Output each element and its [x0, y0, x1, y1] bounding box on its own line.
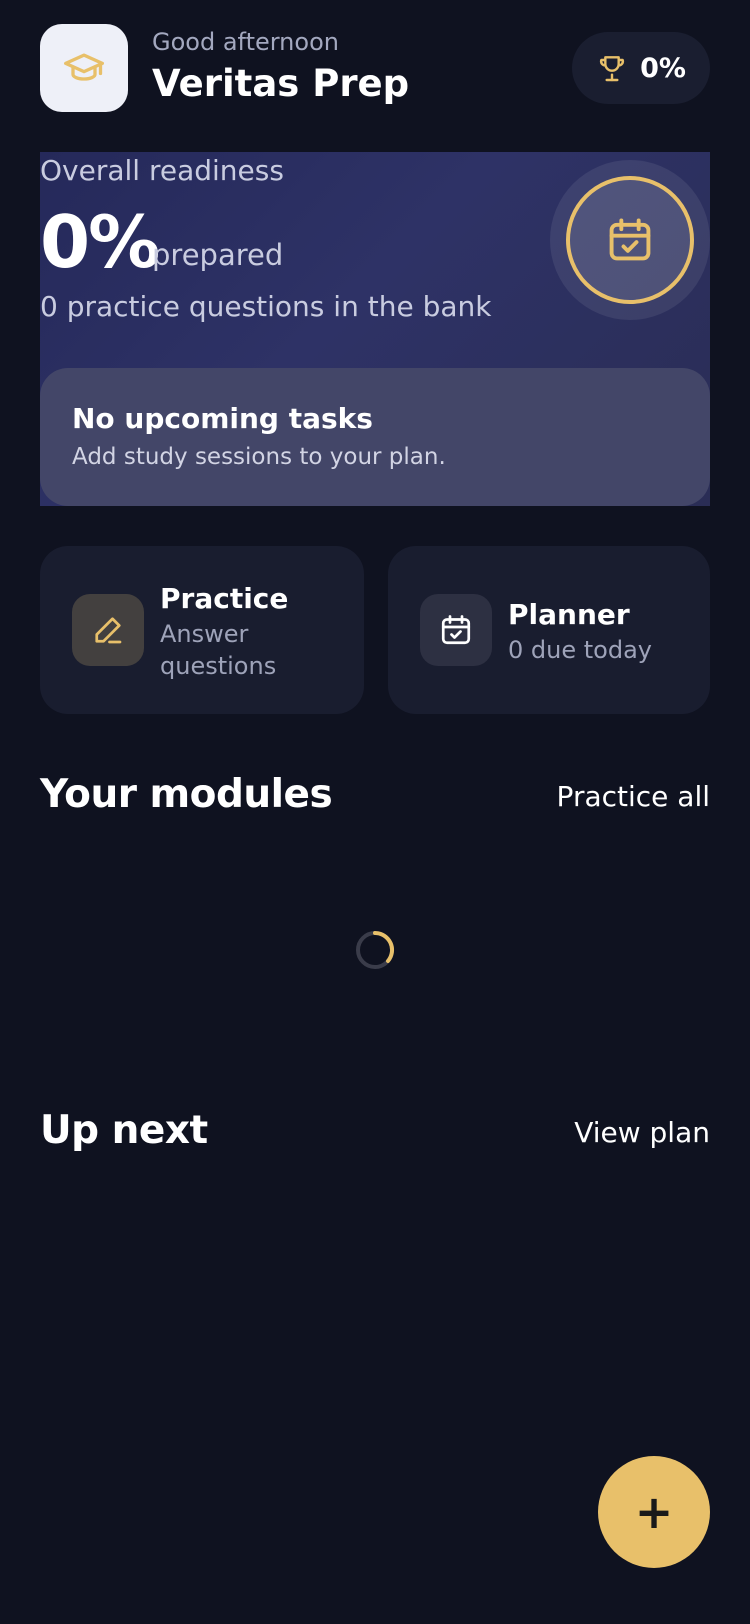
practice-card[interactable]: Practice Answer questions: [40, 546, 364, 714]
tasks-title: No upcoming tasks: [72, 402, 373, 435]
loading-spinner-icon: [356, 930, 395, 969]
readiness-percent: 0%: [40, 200, 160, 284]
greeting-text: Good afternoon: [152, 28, 339, 56]
tasks-subtitle: Add study sessions to your plan.: [72, 444, 446, 470]
planner-icon-tile: [420, 594, 492, 666]
practice-title: Practice: [160, 582, 289, 615]
graduation-cap-icon: [64, 53, 104, 81]
up-next-section-title: Up next: [40, 1108, 208, 1153]
readiness-label: Overall readiness: [40, 154, 284, 187]
trophy-icon: [599, 56, 625, 82]
add-button[interactable]: +: [598, 1456, 710, 1568]
readiness-ring: [550, 160, 710, 320]
modules-section-title: Your modules: [40, 772, 333, 817]
view-plan-link[interactable]: View plan: [574, 1116, 710, 1149]
planner-title: Planner: [508, 598, 630, 631]
calendar-check-icon: [609, 218, 651, 261]
planner-subtitle: 0 due today: [508, 636, 652, 664]
pencil-icon: [95, 617, 122, 644]
practice-icon-tile: [72, 594, 144, 666]
readiness-ring-inner: [566, 176, 694, 304]
practice-subtitle: Answer questions: [160, 620, 277, 680]
header: Good afternoon Veritas Prep 0%: [40, 24, 710, 112]
planner-card[interactable]: Planner 0 due today: [388, 546, 710, 714]
upcoming-tasks-card[interactable]: No upcoming tasks Add study sessions to …: [40, 368, 710, 506]
readiness-suffix: prepared: [152, 238, 284, 272]
calendar-check-icon: [441, 615, 471, 645]
score-value: 0%: [640, 52, 686, 84]
practice-all-link[interactable]: Practice all: [557, 780, 710, 813]
score-badge[interactable]: 0%: [572, 32, 710, 104]
question-bank-count: 0 practice questions in the bank: [40, 290, 492, 323]
app-logo[interactable]: [40, 24, 128, 112]
app-name: Veritas Prep: [152, 62, 410, 105]
readiness-card: Overall readiness 0% prepared 0 practice…: [40, 152, 710, 506]
home-screen: Good afternoon Veritas Prep 0% Overall r…: [0, 0, 750, 1624]
